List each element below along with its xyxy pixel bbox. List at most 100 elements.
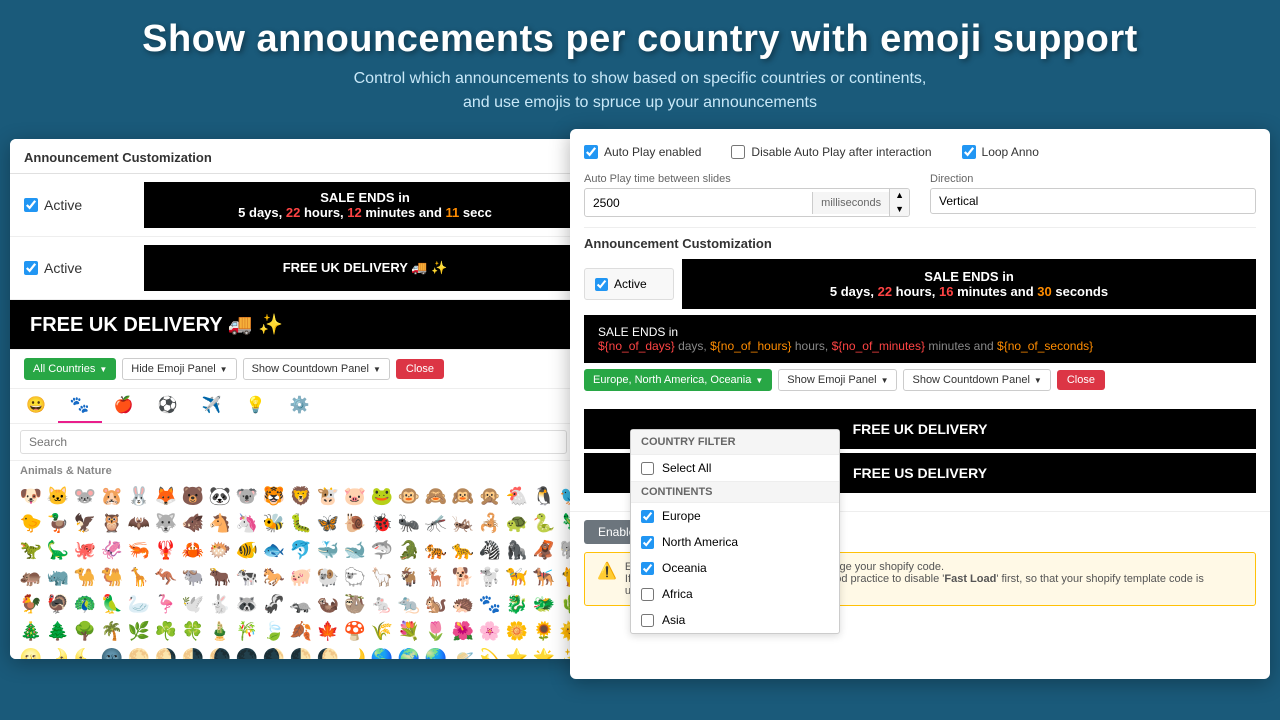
emoji-item[interactable]: 🦛	[18, 564, 44, 590]
emoji-item[interactable]: 🌛	[45, 645, 71, 659]
emoji-item[interactable]: 🦗	[450, 510, 476, 536]
emoji-item[interactable]: 🐴	[207, 510, 233, 536]
emoji-tab-sports[interactable]: ⚽	[146, 389, 190, 423]
continent-north-america[interactable]: North America	[631, 529, 839, 555]
emoji-item[interactable]: 🦐	[126, 537, 152, 563]
emoji-item[interactable]: 🐕‍🦺	[531, 564, 557, 590]
all-countries-button[interactable]: All Countries ▼	[24, 358, 116, 380]
emoji-item[interactable]: 🐋	[342, 537, 368, 563]
emoji-item[interactable]: 🦮	[504, 564, 530, 590]
emoji-item[interactable]: 🐜	[396, 510, 422, 536]
disable-autoplay-checkbox[interactable]	[731, 145, 745, 159]
emoji-item[interactable]: 🦟	[423, 510, 449, 536]
emoji-item[interactable]: 🦩	[153, 591, 179, 617]
emoji-item[interactable]: 🍂	[288, 618, 314, 644]
emoji-item[interactable]: 🌜	[72, 645, 98, 659]
emoji-item[interactable]: 🐼	[207, 483, 233, 509]
emoji-item[interactable]: 🐱	[45, 483, 71, 509]
continent-africa[interactable]: Africa	[631, 581, 839, 607]
emoji-tab-food[interactable]: 🍎	[102, 389, 146, 423]
emoji-item[interactable]: 🌔	[315, 645, 341, 659]
emoji-item[interactable]: 🦘	[153, 564, 179, 590]
emoji-item[interactable]: 🦓	[477, 537, 503, 563]
asia-checkbox[interactable]	[641, 614, 654, 627]
emoji-item[interactable]: 🐹	[99, 483, 125, 509]
emoji-item[interactable]: 🐅	[423, 537, 449, 563]
emoji-item[interactable]: 🐍	[531, 510, 557, 536]
emoji-item[interactable]: 🦄	[234, 510, 260, 536]
r-country-filter-button[interactable]: Europe, North America, Oceania ▼	[584, 369, 772, 391]
emoji-item[interactable]: 🐛	[288, 510, 314, 536]
emoji-item[interactable]: 🦇	[126, 510, 152, 536]
emoji-item[interactable]: 🙊	[477, 483, 503, 509]
emoji-item[interactable]: 🐉	[504, 591, 530, 617]
emoji-item[interactable]: 🦢	[126, 591, 152, 617]
emoji-item[interactable]: 🦒	[126, 564, 152, 590]
emoji-item[interactable]: 🐿️	[423, 591, 449, 617]
emoji-tab-smileys[interactable]: 😀	[14, 389, 58, 423]
emoji-item[interactable]: 🐖	[288, 564, 314, 590]
emoji-item[interactable]: 🌍	[396, 645, 422, 659]
emoji-item[interactable]: 🐢	[504, 510, 530, 536]
emoji-item[interactable]: 🌖	[153, 645, 179, 659]
select-all-item[interactable]: Select All	[631, 455, 839, 481]
north-america-checkbox[interactable]	[641, 536, 654, 549]
emoji-item[interactable]: 🐌	[342, 510, 368, 536]
emoji-item[interactable]: 🐝	[261, 510, 287, 536]
emoji-item[interactable]: 💐	[396, 618, 422, 644]
europe-checkbox[interactable]	[641, 510, 654, 523]
emoji-item[interactable]: 🐶	[18, 483, 44, 509]
emoji-item[interactable]: 🐩	[477, 564, 503, 590]
announcement2-checkbox[interactable]	[24, 261, 38, 275]
emoji-item[interactable]: 🐯	[261, 483, 287, 509]
emoji-item[interactable]: 🐁	[369, 591, 395, 617]
emoji-item[interactable]: 🎋	[234, 618, 260, 644]
emoji-item[interactable]: 🐠	[234, 537, 260, 563]
emoji-item[interactable]: 🦦	[315, 591, 341, 617]
emoji-item[interactable]: 🌲	[45, 618, 71, 644]
loop-checkbox[interactable]	[962, 145, 976, 159]
continent-europe[interactable]: Europe	[631, 503, 839, 529]
emoji-item[interactable]: 🦚	[72, 591, 98, 617]
emoji-item[interactable]: 🍃	[261, 618, 287, 644]
emoji-item[interactable]: 🐄	[234, 564, 260, 590]
emoji-item[interactable]: 🌏	[423, 645, 449, 659]
emoji-item[interactable]: 🦝	[234, 591, 260, 617]
emoji-item[interactable]: 🐏	[315, 564, 341, 590]
emoji-item[interactable]: 🦅	[72, 510, 98, 536]
announcement1-checkbox[interactable]	[24, 198, 38, 212]
emoji-item[interactable]: 🦖	[18, 537, 44, 563]
emoji-item[interactable]: 🌘	[207, 645, 233, 659]
emoji-item[interactable]: 🐀	[396, 591, 422, 617]
emoji-item[interactable]: 🦞	[153, 537, 179, 563]
emoji-item[interactable]: 🌒	[261, 645, 287, 659]
emoji-search-input[interactable]	[20, 430, 567, 454]
emoji-item[interactable]: 🕊️	[180, 591, 206, 617]
emoji-item[interactable]: 🐎	[261, 564, 287, 590]
emoji-item[interactable]: 🐓	[18, 591, 44, 617]
africa-checkbox[interactable]	[641, 588, 654, 601]
hide-emoji-button[interactable]: Hide Emoji Panel ▼	[122, 358, 236, 380]
emoji-item[interactable]: 🐵	[396, 483, 422, 509]
emoji-item[interactable]: 🙉	[450, 483, 476, 509]
emoji-item[interactable]: 🐙	[72, 537, 98, 563]
emoji-item[interactable]: 🌗	[180, 645, 206, 659]
emoji-item[interactable]: 🌼	[504, 618, 530, 644]
emoji-item[interactable]: 🦈	[369, 537, 395, 563]
emoji-item[interactable]: 🐭	[72, 483, 98, 509]
emoji-item[interactable]: 🪐	[450, 645, 476, 659]
emoji-item[interactable]: 🌳	[72, 618, 98, 644]
emoji-item[interactable]: 🐸	[369, 483, 395, 509]
emoji-item[interactable]: 🦆	[45, 510, 71, 536]
emoji-item[interactable]: 🌎	[369, 645, 395, 659]
emoji-item[interactable]: 🐇	[207, 591, 233, 617]
emoji-item[interactable]: 🌸	[477, 618, 503, 644]
emoji-item[interactable]: ☘️	[153, 618, 179, 644]
r-close-button[interactable]: Close	[1057, 370, 1105, 390]
emoji-item[interactable]: 🐆	[450, 537, 476, 563]
emoji-item[interactable]: 🦊	[153, 483, 179, 509]
emoji-item[interactable]: 🐨	[234, 483, 260, 509]
emoji-item[interactable]: 🦏	[45, 564, 71, 590]
emoji-item[interactable]: 🍀	[180, 618, 206, 644]
emoji-item[interactable]: 🦕	[45, 537, 71, 563]
